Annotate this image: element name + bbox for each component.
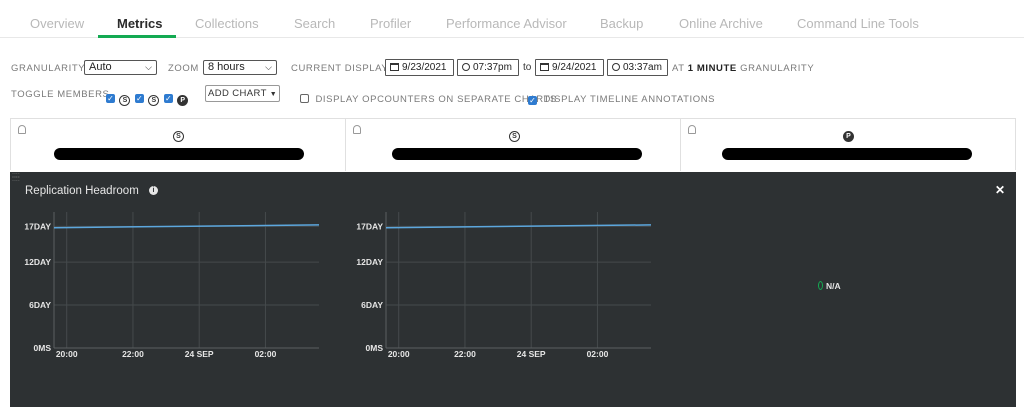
- clock-icon: [612, 63, 620, 71]
- tab-bar: Overview Metrics Collections Search Prof…: [0, 10, 1024, 38]
- chart-host-1: 17DAY 12DAY 6DAY 0MS 20:00 22:00 24 SEP 02:00: [24, 212, 320, 359]
- granularity-label: GRANULARITY: [11, 63, 86, 74]
- current-display-label: CURRENT DISPLAY: [291, 63, 389, 74]
- host-role-badge: S: [173, 131, 184, 142]
- x-tick-label: 02:00: [255, 349, 277, 359]
- tab-collections[interactable]: Collections: [195, 16, 259, 31]
- zoom-select[interactable]: 8 hours ⌵: [203, 60, 277, 75]
- member-checkbox-2[interactable]: ✓: [134, 94, 144, 103]
- x-tick-label: 22:00: [454, 349, 476, 359]
- member-checkbox-3[interactable]: ✓: [163, 94, 173, 103]
- host-role-badge: S: [509, 131, 520, 142]
- timeline-option[interactable]: ✓ DISPLAY TIMELINE ANNOTATIONS: [528, 89, 715, 107]
- replication-headroom-panel: :::::::: Replication Headroom i ✕ 17DAY 1…: [10, 172, 1016, 407]
- y-tick-label: 6DAY: [29, 300, 51, 310]
- granularity-bold: 1 MINUTE: [687, 63, 737, 74]
- end-time-field[interactable]: 03:37am: [607, 59, 668, 76]
- host-role-badge: P: [843, 131, 854, 142]
- timeline-label: DISPLAY TIMELINE ANNOTATIONS: [543, 94, 716, 105]
- y-tick-label: 0MS: [366, 343, 384, 353]
- chevron-down-icon: ⌵: [145, 62, 152, 72]
- y-tick-label: 6DAY: [361, 300, 383, 310]
- x-tick-label: 20:00: [56, 349, 78, 359]
- add-chart-button[interactable]: ADD CHART ▼: [205, 85, 280, 102]
- member-badge-3: P: [177, 95, 189, 106]
- clock-icon: [462, 63, 470, 71]
- member-checkbox-1[interactable]: ✓: [106, 94, 115, 103]
- end-time-value: 03:37am: [623, 62, 662, 73]
- granularity-suffix: GRANULARITY: [740, 63, 815, 74]
- redacted-hostname: [54, 148, 304, 160]
- tab-command-line-tools[interactable]: Command Line Tools: [797, 16, 919, 31]
- caret-down-icon: ▼: [269, 91, 278, 98]
- tab-online-archive[interactable]: Online Archive: [679, 16, 763, 31]
- chart-host-2: 17DAY 12DAY 6DAY 0MS 20:00 22:00 24 SEP 02:00: [356, 212, 652, 359]
- opcounters-option[interactable]: DISPLAY OPCOUNTERS ON SEPARATE CHARTS: [300, 89, 557, 107]
- opcounters-label: DISPLAY OPCOUNTERS ON SEPARATE CHARTS: [315, 94, 557, 105]
- active-tab-indicator: [98, 35, 176, 38]
- y-tick-label: 0MS: [34, 343, 52, 353]
- tab-profiler[interactable]: Profiler: [370, 16, 411, 31]
- host-cell-1: S: [11, 119, 346, 171]
- add-chart-label: ADD CHART: [207, 88, 267, 99]
- granularity-note: AT 1 MINUTE GRANULARITY: [672, 63, 814, 74]
- zoom-value: 8 hours: [208, 61, 245, 73]
- top-edge: [0, 0, 1024, 6]
- member-badge-1: S: [119, 95, 131, 106]
- na-label: N/A: [826, 281, 841, 291]
- close-icon[interactable]: ✕: [995, 183, 1005, 197]
- start-date-value: 9/23/2021: [402, 62, 447, 73]
- y-tick-label: 17DAY: [24, 221, 51, 231]
- start-time-value: 07:37pm: [473, 62, 512, 73]
- bell-icon[interactable]: [18, 125, 26, 134]
- no-data-indicator: N/A: [818, 281, 841, 291]
- end-date-value: 9/24/2021: [552, 62, 597, 73]
- calendar-icon: [390, 63, 399, 71]
- opcounters-checkbox[interactable]: [300, 94, 309, 103]
- timeline-checkbox[interactable]: ✓: [528, 96, 537, 105]
- y-tick-label: 12DAY: [356, 257, 383, 267]
- tab-overview[interactable]: Overview: [30, 16, 84, 31]
- at-label: AT: [672, 63, 685, 74]
- bell-icon[interactable]: [353, 125, 361, 134]
- redacted-hostname: [392, 148, 642, 160]
- leaf-icon: [818, 281, 823, 290]
- host-cell-3: P: [681, 119, 1016, 171]
- chevron-down-icon: ⌵: [265, 62, 272, 72]
- bell-icon[interactable]: [688, 125, 696, 134]
- tab-search[interactable]: Search: [294, 16, 335, 31]
- x-tick-label: 20:00: [388, 349, 410, 359]
- x-tick-label: 22:00: [122, 349, 144, 359]
- y-tick-label: 12DAY: [24, 257, 51, 267]
- member-badge-2: S: [148, 95, 160, 106]
- tab-metrics[interactable]: Metrics: [117, 16, 163, 31]
- member-toggles: ✓ S ✓ S ✓ P: [106, 87, 189, 106]
- x-tick-label: 24 SEP: [517, 349, 546, 359]
- redacted-hostname: [722, 148, 972, 160]
- granularity-value: Auto: [89, 61, 112, 73]
- granularity-select[interactable]: Auto ⌵: [84, 60, 157, 75]
- tab-performance-advisor[interactable]: Performance Advisor: [446, 16, 567, 31]
- host-header-row: S S P: [10, 118, 1016, 171]
- host-cell-2: S: [346, 119, 681, 171]
- toggle-members-label: TOGGLE MEMBERS: [11, 89, 110, 100]
- end-date-field[interactable]: 9/24/2021: [535, 59, 604, 76]
- tab-backup[interactable]: Backup: [600, 16, 643, 31]
- zoom-label: ZOOM: [168, 63, 199, 74]
- start-date-field[interactable]: 9/23/2021: [385, 59, 454, 76]
- y-tick-label: 17DAY: [356, 221, 383, 231]
- x-tick-label: 02:00: [587, 349, 609, 359]
- x-tick-label: 24 SEP: [185, 349, 214, 359]
- start-time-field[interactable]: 07:37pm: [457, 59, 519, 76]
- calendar-icon: [540, 63, 549, 71]
- to-label: to: [523, 62, 532, 73]
